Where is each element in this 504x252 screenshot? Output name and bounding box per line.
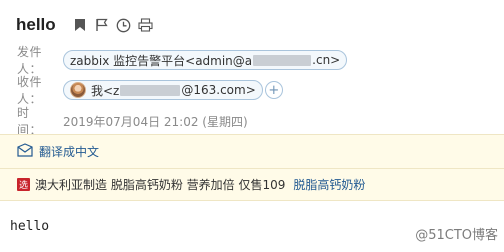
sender-row: 发件人： zabbix 监控告警平台<admin@a .cn> bbox=[17, 43, 348, 77]
redacted-block bbox=[253, 54, 312, 66]
avatar bbox=[70, 82, 86, 98]
watermark: @51CTO博客 bbox=[415, 228, 498, 243]
sender-chip[interactable]: zabbix 监控告警平台<admin@a .cn> bbox=[63, 50, 348, 70]
sender-name-prefix: zabbix 监控告警平台<admin@a bbox=[70, 53, 253, 68]
flag-icon[interactable] bbox=[94, 17, 110, 33]
redacted-block bbox=[120, 84, 181, 96]
recipient-prefix: 我<z bbox=[91, 83, 120, 98]
translate-bar: 翻译成中文 bbox=[0, 134, 504, 168]
ad-text[interactable]: 澳大利亚制造 脱脂高钙奶粉 营养加倍 仅售109 bbox=[35, 176, 285, 193]
ad-link[interactable]: 脱脂高钙奶粉 bbox=[293, 176, 365, 193]
subject-row: hello bbox=[16, 14, 154, 36]
translate-icon bbox=[17, 142, 33, 161]
time-row: 时 间： 2019年07月04日 21:02 (星期四) bbox=[17, 104, 248, 138]
recipient-row: 收件人： 我<z @163.com> + bbox=[17, 73, 283, 107]
translate-link[interactable]: 翻译成中文 bbox=[39, 143, 99, 160]
recipient-label: 收件人： bbox=[17, 75, 43, 106]
bookmark-icon[interactable] bbox=[72, 17, 88, 33]
sender-name-suffix: .cn> bbox=[312, 53, 341, 67]
send-time: 2019年07月04日 21:02 (星期四) bbox=[63, 114, 248, 129]
recipient-suffix: @163.com> bbox=[181, 83, 256, 97]
add-recipient-button[interactable]: + bbox=[264, 81, 283, 99]
subject-actions bbox=[72, 17, 154, 33]
email-body: hello bbox=[10, 219, 50, 234]
sender-label: 发件人： bbox=[17, 45, 43, 76]
email-subject: hello bbox=[16, 15, 56, 34]
ad-bar: 选 澳大利亚制造 脱脂高钙奶粉 营养加倍 仅售109 脱脂高钙奶粉 bbox=[0, 168, 504, 201]
recipient-chip[interactable]: 我<z @163.com> bbox=[63, 80, 263, 100]
clock-icon[interactable] bbox=[116, 17, 132, 33]
print-icon[interactable] bbox=[138, 17, 154, 33]
ad-badge: 选 bbox=[17, 178, 30, 191]
time-label: 时 间： bbox=[17, 106, 43, 137]
